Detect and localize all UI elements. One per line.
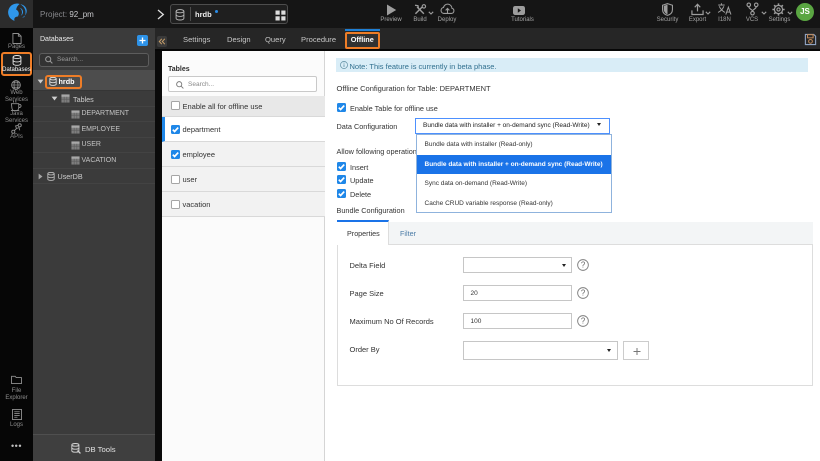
svg-text:?: ?	[580, 289, 585, 298]
svg-text:?: ?	[580, 316, 585, 325]
svg-text:?: ?	[580, 261, 585, 270]
